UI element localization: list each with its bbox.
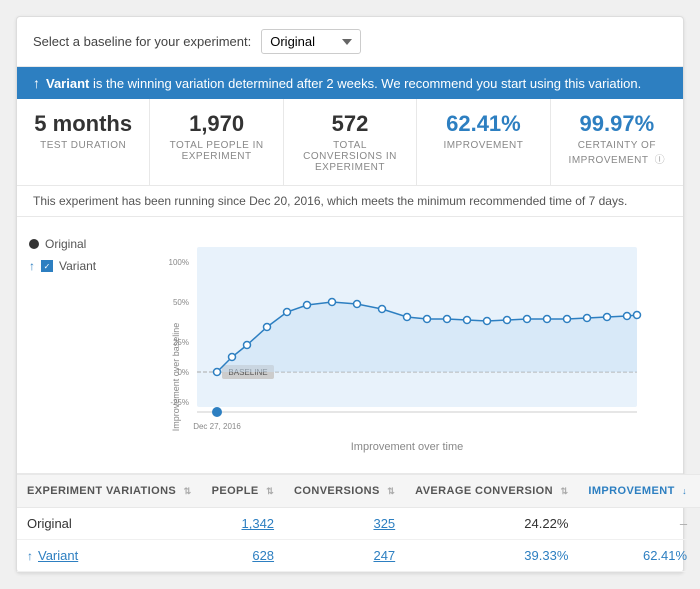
baseline-select[interactable]: Original Variant	[261, 29, 361, 54]
stat-test-duration: 5 months TEST DURATION	[17, 99, 150, 185]
row-variant-people: 628	[202, 540, 284, 572]
conversions-link-variant[interactable]: 247	[373, 548, 395, 563]
info-icon[interactable]: ⓘ	[655, 155, 666, 166]
svg-text:100%: 100%	[169, 258, 189, 267]
stats-row: 5 months TEST DURATION 1,970 TOTAL PEOPL…	[17, 99, 683, 186]
table-row: ↑ Variant 628 247 39.33% 62.41% 99.97%	[17, 540, 700, 572]
table-header-row: EXPERIMENT VARIATIONS ⇅ PEOPLE ⇅ CONVERS…	[17, 475, 700, 508]
stat-value-improvement: 62.41%	[433, 111, 533, 137]
col-people[interactable]: PEOPLE ⇅	[202, 475, 284, 508]
sort-people-icon: ⇅	[266, 486, 274, 496]
svg-text:25%: 25%	[173, 338, 189, 347]
stat-label-duration: TEST DURATION	[33, 140, 133, 151]
sort-conversions-icon: ⇅	[387, 486, 395, 496]
chart-section: Original ↑ ✓ Variant Improvement over ba…	[17, 217, 683, 474]
col-avg-conversion[interactable]: AVERAGE CONVERSION ⇅	[405, 475, 578, 508]
stat-label-certainty: CERTAINTY OF IMPROVEMENT ⓘ	[567, 140, 667, 166]
row-original-name: Original	[17, 508, 202, 540]
row-variant-avg: 39.33%	[405, 540, 578, 572]
stat-label-people: TOTAL PEOPLE IN EXPERIMENT	[166, 140, 266, 162]
baseline-row: Select a baseline for your experiment: O…	[17, 17, 683, 67]
people-link-variant[interactable]: 628	[252, 548, 274, 563]
svg-text:-25%: -25%	[170, 398, 189, 407]
main-container: Select a baseline for your experiment: O…	[16, 16, 684, 573]
stat-value-people: 1,970	[166, 111, 266, 137]
chart-x-label: Improvement over time	[147, 441, 667, 453]
stat-people: 1,970 TOTAL PEOPLE IN EXPERIMENT	[150, 99, 283, 185]
chart-container: Improvement over baseline 100% 50% 25% 0…	[147, 229, 683, 461]
svg-text:0%: 0%	[177, 368, 189, 377]
banner-text: Variant is the winning variation determi…	[46, 76, 641, 91]
legend-original-label: Original	[45, 237, 86, 251]
legend-item-variant[interactable]: ↑ ✓ Variant	[29, 259, 135, 273]
stat-value-conversions: 572	[300, 111, 400, 137]
original-dot-icon	[29, 239, 39, 249]
row-original-conversions: 325	[284, 508, 405, 540]
results-table: EXPERIMENT VARIATIONS ⇅ PEOPLE ⇅ CONVERS…	[17, 474, 700, 572]
col-improvement[interactable]: IMPROVEMENT ↓	[578, 475, 697, 508]
up-arrow-table-icon: ↑	[27, 549, 33, 563]
variant-banner: ↑ Variant is the winning variation deter…	[17, 67, 683, 99]
up-arrow-variant-icon: ↑	[29, 259, 35, 273]
col-conversions[interactable]: CONVERSIONS ⇅	[284, 475, 405, 508]
chart-svg: Improvement over baseline 100% 50% 25% 0…	[147, 237, 667, 437]
sort-avg-icon: ⇅	[560, 486, 568, 496]
sort-improvement-icon: ↓	[682, 486, 687, 496]
table-row: Original 1,342 325 24.22% – –	[17, 508, 700, 540]
people-link-original[interactable]: 1,342	[242, 516, 275, 531]
sort-variations-icon: ⇅	[184, 486, 192, 496]
stat-value-duration: 5 months	[33, 111, 133, 137]
table-section: EXPERIMENT VARIATIONS ⇅ PEOPLE ⇅ CONVERS…	[17, 474, 683, 572]
svg-text:50%: 50%	[173, 298, 189, 307]
legend-variant-label: Variant	[59, 259, 96, 273]
info-bar: This experiment has been running since D…	[17, 186, 683, 217]
row-original-improvement: –	[578, 508, 697, 540]
baseline-label: Select a baseline for your experiment:	[33, 34, 251, 49]
svg-text:Dec 27, 2016: Dec 27, 2016	[193, 422, 241, 431]
legend-item-original[interactable]: Original	[29, 237, 135, 251]
row-variant-conversions: 247	[284, 540, 405, 572]
stat-label-conversions: TOTAL CONVERSIONS IN EXPERIMENT	[300, 140, 400, 173]
variant-checkbox-icon[interactable]: ✓	[41, 260, 53, 272]
stat-conversions: 572 TOTAL CONVERSIONS IN EXPERIMENT	[284, 99, 417, 185]
row-original-avg: 24.22%	[405, 508, 578, 540]
row-variant-name: ↑ Variant	[17, 540, 202, 572]
stat-certainty: 99.97% CERTAINTY OF IMPROVEMENT ⓘ	[551, 99, 683, 185]
col-variations[interactable]: EXPERIMENT VARIATIONS ⇅	[17, 475, 202, 508]
row-variant-improvement: 62.41%	[578, 540, 697, 572]
stat-improvement: 62.41% IMPROVEMENT	[417, 99, 550, 185]
chart-wrap: Improvement over baseline 100% 50% 25% 0…	[147, 237, 667, 437]
row-original-people: 1,342	[202, 508, 284, 540]
stat-label-improvement: IMPROVEMENT	[433, 140, 533, 151]
up-arrow-icon: ↑	[33, 75, 40, 91]
conversions-link-original[interactable]: 325	[373, 516, 395, 531]
variant-name-link[interactable]: Variant	[38, 548, 78, 563]
chart-legend: Original ↑ ✓ Variant	[17, 229, 147, 461]
stat-value-certainty: 99.97%	[567, 111, 667, 137]
